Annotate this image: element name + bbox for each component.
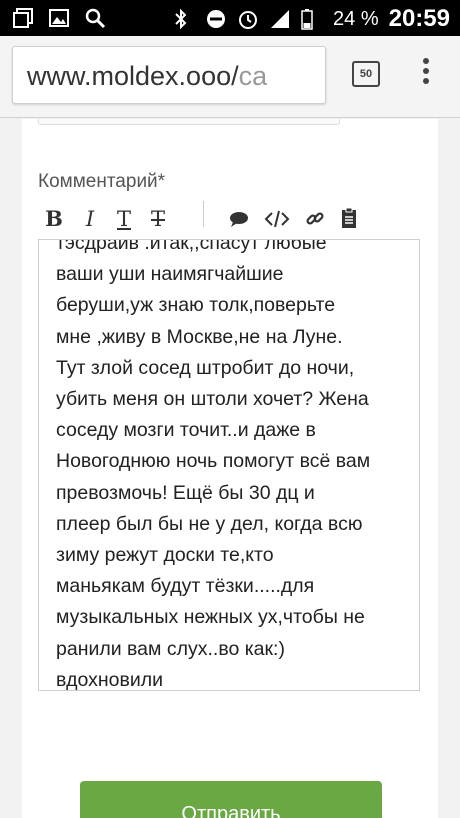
url-bar[interactable]: www.moldex.ooo/ca <box>12 46 326 104</box>
link-icon[interactable] <box>302 205 328 233</box>
status-bar: 24 % 20:59 <box>0 0 460 36</box>
strikethrough-button[interactable]: T <box>146 205 170 233</box>
clipboard-icon[interactable] <box>336 205 362 233</box>
page-content: Комментарий* B I T T тэсдрайв .итак,,спа… <box>0 119 460 818</box>
bluetooth-icon <box>173 8 195 30</box>
clock: 20:59 <box>388 5 450 32</box>
tab-switcher-button[interactable]: 50 <box>352 61 380 87</box>
code-icon[interactable] <box>262 205 292 233</box>
overflow-menu-icon[interactable] <box>418 58 434 92</box>
italic-button[interactable]: I <box>78 205 102 233</box>
url-text: www.moldex.ooo/ <box>27 61 239 91</box>
battery-percent: 24 % <box>333 7 379 30</box>
search-icon <box>84 7 106 29</box>
battery-icon <box>301 8 323 30</box>
previous-field[interactable] <box>38 119 340 125</box>
toolbar-divider <box>203 201 204 227</box>
form-card: Комментарий* B I T T тэсдрайв .итак,,спа… <box>22 119 438 818</box>
comment-label: Комментарий* <box>38 171 166 192</box>
underline-button[interactable]: T <box>112 205 136 233</box>
bold-button[interactable]: B <box>42 205 66 233</box>
editor-toolbar: B I T T <box>38 201 398 235</box>
browser-toolbar: www.moldex.ooo/ca 50 <box>0 36 460 118</box>
signal-icon <box>269 8 291 30</box>
recent-apps-icon <box>12 7 34 29</box>
comment-textarea[interactable]: тэсдрайв .итак,,спасут любые ваши уши на… <box>38 239 420 691</box>
quote-icon[interactable] <box>226 205 252 233</box>
comment-text: тэсдрайв .итак,,спасут любые ваши уши на… <box>56 239 371 691</box>
alarm-icon <box>237 8 259 30</box>
do-not-disturb-icon <box>205 8 227 30</box>
submit-button[interactable]: Отправить <box>80 781 382 818</box>
url-text-overflow: ca <box>238 61 268 91</box>
gallery-icon <box>48 7 70 29</box>
